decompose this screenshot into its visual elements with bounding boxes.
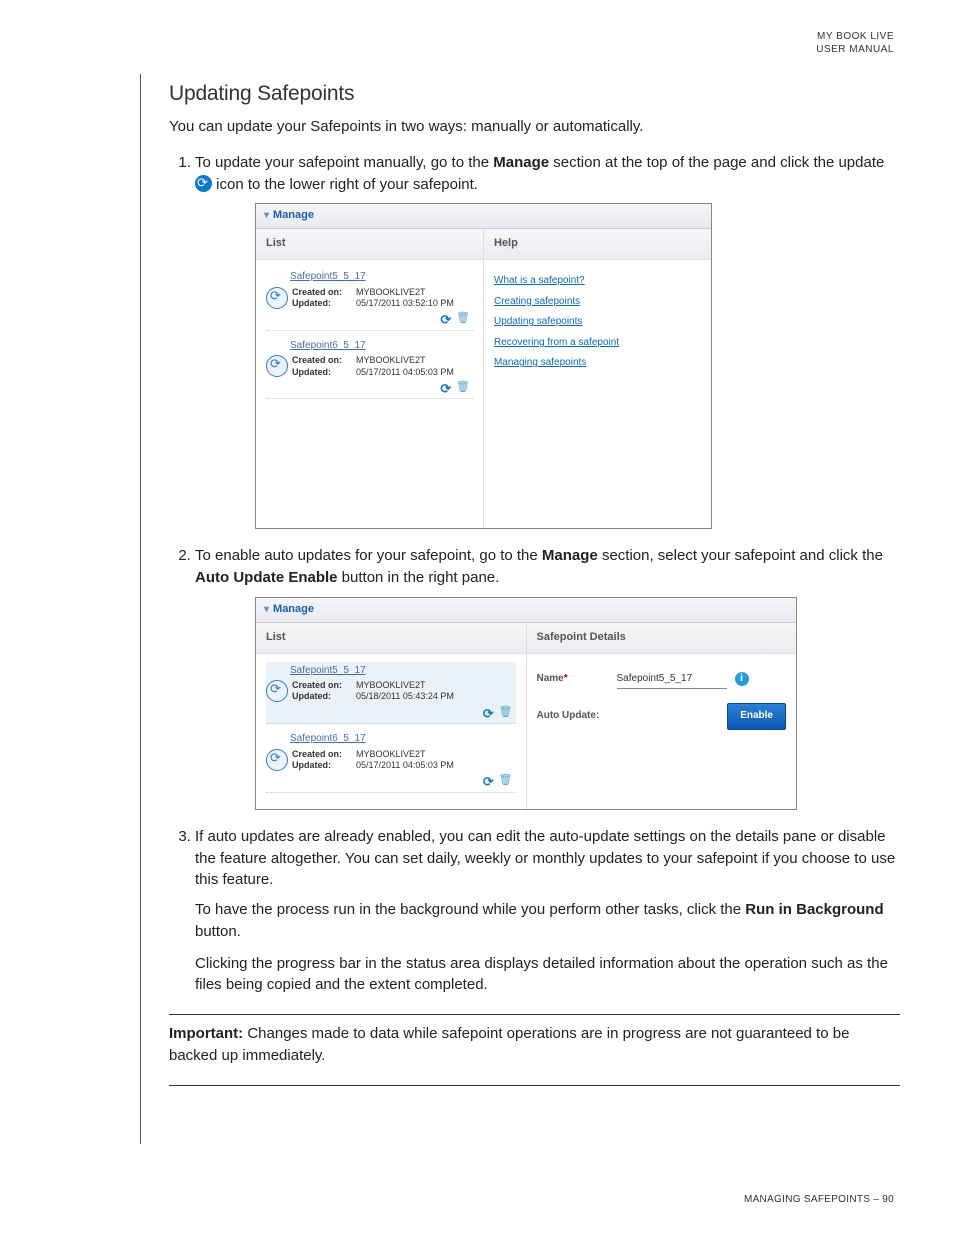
help-link[interactable]: Updating safepoints — [494, 315, 701, 330]
screenshot-manage-help: ▾ Manage List Safepoint5_5_17 — [255, 203, 712, 529]
help-column-header: Help — [484, 229, 711, 260]
doc-header: MY BOOK LIVE USER MANUAL — [816, 30, 894, 56]
important-lead: Important: — [169, 1025, 243, 1042]
trash-icon[interactable] — [499, 773, 512, 786]
divider — [169, 1085, 900, 1086]
run-in-background-bold: Run in Background — [745, 901, 883, 918]
help-link[interactable]: Creating safepoints — [494, 295, 701, 310]
page-footer: MANAGING SAFEPOINTS – 90 — [744, 1194, 894, 1205]
update-icon[interactable] — [481, 773, 494, 786]
divider — [169, 1014, 900, 1015]
safepoint-item[interactable]: Safepoint6_5_17 Created on: Updated: — [266, 337, 473, 400]
update-icon[interactable] — [438, 311, 451, 324]
important-note: Important: Changes made to data while sa… — [169, 1023, 900, 1067]
enable-button[interactable]: Enable — [727, 703, 786, 730]
step-2-text-e: button in the right pane. — [338, 569, 500, 586]
step-1-text-d: icon to the lower right of your safepoin… — [212, 176, 478, 193]
step-1: To update your safepoint manually, go to… — [195, 152, 900, 529]
trash-icon[interactable] — [499, 705, 512, 718]
footer-sep: – — [870, 1194, 882, 1205]
step-3: If auto updates are already enabled, you… — [195, 826, 900, 996]
safepoint-item[interactable]: Safepoint6_5_17 Created on: Updated: — [266, 730, 516, 793]
safepoint-icon — [266, 355, 288, 377]
important-text: Changes made to data while safepoint ope… — [169, 1025, 849, 1064]
manage-bold-2: Manage — [542, 547, 598, 564]
step-1-text-a: To update your safepoint manually, go to… — [195, 154, 493, 171]
device-value: MYBOOKLIVE2T — [356, 749, 426, 759]
updated-label: Updated: — [292, 367, 331, 377]
created-label: Created on: — [292, 287, 342, 297]
updated-label: Updated: — [292, 298, 331, 308]
safepoint-name: Safepoint6_5_17 — [266, 339, 473, 354]
safepoint-item[interactable]: Safepoint5_5_17 Created on: Updated: — [266, 268, 473, 331]
details-column-header: Safepoint Details — [527, 623, 797, 654]
safepoint-item[interactable]: Safepoint5_5_17 Created on: Updated: — [266, 662, 516, 725]
created-label: Created on: — [292, 355, 342, 365]
auto-update-label: Auto Update: — [537, 709, 617, 724]
doc-header-line2: USER MANUAL — [816, 43, 894, 56]
device-value: MYBOOKLIVE2T — [356, 287, 426, 297]
updated-label: Updated: — [292, 691, 331, 701]
update-icon — [195, 175, 212, 192]
intro-text: You can update your Safepoints in two wa… — [169, 116, 900, 138]
footer-page: 90 — [882, 1194, 894, 1205]
trash-icon[interactable] — [456, 380, 469, 393]
required-asterisk: * — [564, 673, 568, 684]
safepoint-name: Safepoint5_5_17 — [266, 664, 516, 679]
safepoint-icon — [266, 287, 288, 309]
date-value: 05/17/2011 03:52:10 PM — [356, 298, 454, 308]
screenshot-manage-details: ▾ Manage List Safepoint5_5_17 — [255, 597, 797, 810]
step-3-p2a: To have the process run in the backgroun… — [195, 901, 745, 918]
list-column-header: List — [256, 229, 483, 260]
step-2-text-c: section, select your safepoint and click… — [598, 547, 883, 564]
safepoint-name: Safepoint6_5_17 — [266, 732, 516, 747]
date-value: 05/17/2011 04:05:03 PM — [356, 760, 454, 770]
safepoint-icon — [266, 680, 288, 702]
list-column-header: List — [256, 623, 526, 654]
auto-update-enable-bold: Auto Update Enable — [195, 569, 338, 586]
device-value: MYBOOKLIVE2T — [356, 355, 426, 365]
chevron-down-icon: ▾ — [264, 603, 269, 618]
created-label: Created on: — [292, 749, 342, 759]
section-title: Updating Safepoints — [169, 82, 900, 106]
update-icon[interactable] — [481, 705, 494, 718]
step-3-p2c: button. — [195, 923, 241, 940]
name-field-value[interactable]: Safepoint5_5_17 — [617, 670, 727, 690]
update-icon[interactable] — [438, 380, 451, 393]
created-label: Created on: — [292, 680, 342, 690]
help-link[interactable]: Managing safepoints — [494, 356, 701, 371]
step-3-text: If auto updates are already enabled, you… — [195, 828, 895, 889]
name-field-label: Name — [537, 673, 564, 684]
trash-icon[interactable] — [456, 311, 469, 324]
help-link[interactable]: What is a safepoint? — [494, 274, 701, 289]
manage-tab-bar[interactable]: ▾ Manage — [256, 204, 711, 229]
chevron-down-icon: ▾ — [264, 209, 269, 224]
step-1-text-c: section at the top of the page and click… — [549, 154, 884, 171]
manage-bold-1: Manage — [493, 154, 549, 171]
info-icon[interactable]: i — [735, 672, 749, 686]
step-2: To enable auto updates for your safepoin… — [195, 545, 900, 810]
date-value: 05/18/2011 05:43:24 PM — [356, 691, 454, 701]
safepoint-name: Safepoint5_5_17 — [266, 270, 473, 285]
step-2-text-a: To enable auto updates for your safepoin… — [195, 547, 542, 564]
manage-tab-label: Manage — [273, 209, 314, 221]
manage-tab-label: Manage — [273, 603, 314, 615]
doc-header-line1: MY BOOK LIVE — [816, 30, 894, 43]
help-link[interactable]: Recovering from a safepoint — [494, 336, 701, 351]
manage-tab-bar[interactable]: ▾ Manage — [256, 598, 796, 623]
footer-section: MANAGING SAFEPOINTS — [744, 1194, 870, 1205]
updated-label: Updated: — [292, 760, 331, 770]
step-3-p3: Clicking the progress bar in the status … — [195, 953, 900, 997]
date-value: 05/17/2011 04:05:03 PM — [356, 367, 454, 377]
device-value: MYBOOKLIVE2T — [356, 680, 426, 690]
safepoint-icon — [266, 749, 288, 771]
